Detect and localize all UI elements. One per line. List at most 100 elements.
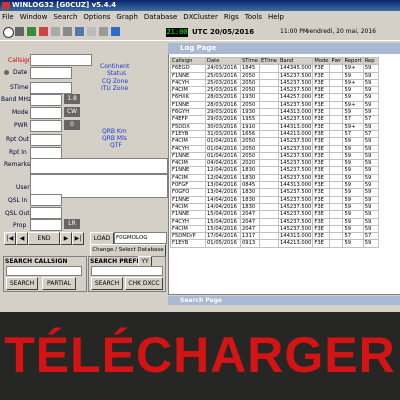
log-cell bbox=[329, 224, 344, 234]
menu-graph[interactable]: Graph bbox=[116, 12, 137, 23]
log-row[interactable]: F4CIM 25/03/2016 2050 145237.500 F3E 59 59 bbox=[170, 86, 379, 95]
app-icon bbox=[2, 2, 10, 9]
log-column-header[interactable]: STime bbox=[240, 56, 260, 66]
log-column-header[interactable]: Rep bbox=[362, 56, 379, 66]
globe-icon[interactable] bbox=[27, 27, 36, 36]
log-row[interactable]: F1NNE 12/04/2016 1830 145237.500 F3E 59 59 bbox=[170, 166, 379, 175]
log-column-header[interactable]: Band bbox=[277, 56, 314, 66]
log-row[interactable]: F6EGD 24/03/2016 1845 144345.000 F3E 59+ 59 bbox=[170, 64, 379, 73]
log-cell: 145237.500 bbox=[277, 78, 314, 88]
log-row[interactable]: F4CIM 01/04/2016 2050 145237.500 F3E 59 59 bbox=[170, 137, 379, 146]
log-cell: 12/04/2016 bbox=[205, 166, 241, 175]
log-row[interactable]: F1NNE 25/03/2016 2050 145237.500 F3E 59 59 bbox=[170, 71, 379, 80]
log-row[interactable]: F4CIM 04/04/2016 2020 145237.500 F3E 59 59 bbox=[170, 159, 379, 168]
menu-dxcluster[interactable]: DXCluster bbox=[183, 12, 218, 23]
print-icon[interactable] bbox=[51, 27, 60, 36]
pwr-field[interactable] bbox=[30, 120, 62, 132]
log-cell: 01/04/2016 bbox=[205, 137, 241, 146]
log-row[interactable]: F1NNE 01/04/2016 2050 145237.500 F3E 59 59 bbox=[170, 151, 379, 161]
menu-search[interactable]: Search bbox=[53, 12, 77, 23]
qslout-field[interactable] bbox=[30, 207, 62, 219]
prop-field[interactable] bbox=[30, 219, 62, 231]
log-row[interactable]: F1EYB 31/03/2016 1656 144213.000 F3E 57 57 bbox=[170, 129, 379, 139]
log-cell: 59 bbox=[362, 64, 379, 73]
date-field[interactable] bbox=[30, 67, 72, 79]
log-row[interactable]: F1NNE 15/04/2016 2047 145237.500 F3E 59 59 bbox=[170, 210, 379, 219]
menu-options[interactable]: Options bbox=[83, 12, 110, 23]
window-icon[interactable] bbox=[99, 27, 108, 36]
log-cell: F3E bbox=[312, 144, 331, 153]
log-row[interactable]: F1NNE 14/04/2016 1830 145237.500 F3E 59 59 bbox=[170, 195, 379, 204]
log-column-header[interactable]: Report bbox=[342, 56, 364, 66]
check-dxcc-button[interactable]: CHK DXCC bbox=[125, 277, 163, 290]
search-prefix-button[interactable]: SEARCH bbox=[91, 277, 123, 290]
stime-field[interactable] bbox=[30, 82, 72, 94]
log-row[interactable]: F5DDX 30/03/2016 1910 144313.000 F3E 59+ 59 bbox=[170, 122, 379, 131]
log-column-header[interactable]: Date bbox=[205, 56, 241, 66]
remarks-field[interactable] bbox=[30, 158, 168, 174]
menu-database[interactable]: Database bbox=[144, 12, 177, 23]
menu-rigs[interactable]: Rigs bbox=[224, 12, 239, 23]
log-cell: F3E bbox=[312, 195, 331, 204]
log-cell bbox=[259, 108, 279, 117]
rptout-field[interactable] bbox=[30, 134, 62, 146]
last-record-button[interactable]: ▶| bbox=[72, 232, 84, 245]
download-banner[interactable]: TÉLÉCHARGER bbox=[0, 312, 400, 400]
log-row[interactable]: F4CIM 15/04/2016 2047 145237.500 F3E 59 59 bbox=[170, 224, 379, 234]
log-cell: F3E bbox=[312, 137, 331, 146]
menu-file[interactable]: File bbox=[2, 12, 14, 23]
log-row[interactable]: F5DMD/P 17/04/2016 1317 144313.000 F3E 57 57 bbox=[170, 232, 379, 241]
search-callsign-button[interactable]: SEARCH bbox=[6, 277, 38, 290]
first-record-button[interactable]: |◀ bbox=[4, 232, 16, 245]
partial-search-button[interactable]: PARTIAL bbox=[42, 277, 76, 290]
log-cell: F3E bbox=[312, 129, 331, 139]
end-button[interactable]: END bbox=[28, 232, 60, 245]
log-cell: 145237.500 bbox=[277, 86, 314, 95]
log-row[interactable]: F6GYH 29/03/2016 1930 144313.000 F3E 59 59 bbox=[170, 108, 379, 117]
log-cell: 1955 bbox=[240, 115, 260, 124]
menu-window[interactable]: Window bbox=[20, 12, 48, 23]
dxcluster-icon[interactable] bbox=[75, 27, 84, 36]
clock-icon[interactable] bbox=[3, 27, 14, 38]
log-column-header[interactable]: Pwr bbox=[329, 56, 344, 66]
search-prefix-input[interactable] bbox=[91, 266, 163, 276]
date-radio[interactable] bbox=[4, 70, 9, 75]
qslin-field[interactable] bbox=[30, 194, 62, 206]
mode-field[interactable] bbox=[30, 107, 62, 119]
log-cell: F4CYH bbox=[170, 78, 206, 88]
log-cell: 144313.000 bbox=[277, 181, 314, 190]
band-field[interactable] bbox=[30, 94, 62, 106]
close-icon[interactable] bbox=[39, 27, 48, 36]
log-cell: 57 bbox=[342, 115, 364, 124]
tools-icon[interactable] bbox=[63, 27, 72, 36]
log-cell bbox=[329, 93, 344, 102]
log-row[interactable]: F4EFP 29/03/2016 1955 145237.500 F3E 57 57 bbox=[170, 115, 379, 124]
menu-help[interactable]: Help bbox=[268, 12, 284, 23]
log-row[interactable]: F0GFO 13/04/2016 1830 145237.500 F3E 59 59 bbox=[170, 188, 379, 197]
grid-icon[interactable] bbox=[87, 27, 96, 36]
log-row[interactable]: F4CIM 12/04/2016 1830 145237.500 F3E 59 59 bbox=[170, 173, 379, 183]
callsign-field[interactable] bbox=[30, 54, 92, 66]
help-icon[interactable] bbox=[111, 27, 120, 36]
log-column-header[interactable]: ETime bbox=[259, 56, 279, 66]
menu-tools[interactable]: Tools bbox=[245, 12, 262, 23]
log-column-header[interactable]: Callsign bbox=[170, 56, 206, 66]
log-row[interactable]: F4CYH 25/03/2016 2050 145237.500 F3E 59+ 59 bbox=[170, 78, 379, 88]
log-cell: 25/03/2016 bbox=[205, 71, 241, 80]
log-cell bbox=[259, 151, 279, 161]
search-callsign-input[interactable] bbox=[6, 266, 82, 276]
log-row[interactable]: F4CIM 14/04/2016 1830 145237.500 F3E 59 59 bbox=[170, 202, 379, 212]
log-row[interactable]: F1EYB 01/05/2016 0913 144213.000 F3E 59 59 bbox=[170, 239, 379, 248]
log-row[interactable]: F4CYH 01/04/2016 2050 145237.500 F3E 59 59 bbox=[170, 144, 379, 153]
next-record-button[interactable]: ▶ bbox=[60, 232, 72, 245]
log-row[interactable]: F4CYH 15/04/2016 2047 145237.500 F3E 59 59 bbox=[170, 217, 379, 226]
log-row[interactable]: F0FGF 13/04/2016 0845 144313.000 F3E 59 59 bbox=[170, 181, 379, 190]
log-cell: 04/04/2016 bbox=[205, 159, 241, 168]
log-row[interactable]: F6HXK 28/03/2016 1930 144257.000 F3E 59 59 bbox=[170, 93, 379, 102]
log-cell: 145237.500 bbox=[277, 71, 314, 80]
log-column-header[interactable]: Mode bbox=[312, 56, 331, 66]
settings-icon[interactable] bbox=[15, 27, 24, 36]
prev-record-button[interactable]: ◀ bbox=[16, 232, 28, 245]
log-row[interactable]: F1NNE 28/03/2016 2050 145237.500 F3E 59+ 59 bbox=[170, 100, 379, 110]
database-select[interactable]: F0GMOLOG bbox=[114, 232, 167, 244]
